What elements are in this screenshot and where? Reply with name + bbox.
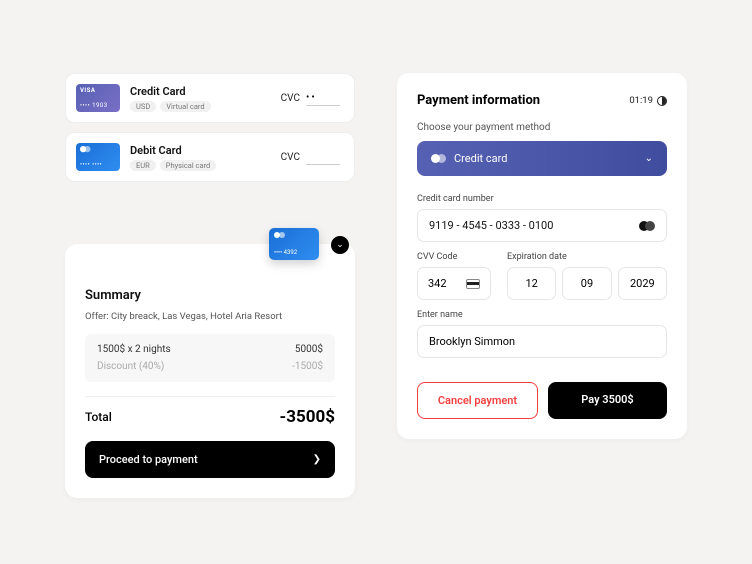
- chevron-down-icon: ⌄: [336, 240, 344, 250]
- pay-button[interactable]: Pay 3500$: [548, 382, 667, 419]
- cancel-button[interactable]: Cancel payment: [417, 382, 538, 419]
- line-item-label: 1500$ x 2 nights: [97, 344, 171, 355]
- panel-title: Payment information: [417, 93, 540, 108]
- card-brand-icon: [639, 221, 655, 231]
- cardholder-name-input[interactable]: [417, 325, 667, 358]
- choose-method-label: Choose your payment method: [417, 122, 667, 133]
- timer-icon: [657, 96, 667, 106]
- discount-value: -1500$: [292, 361, 323, 372]
- chevron-down-icon: ⌄: [645, 153, 653, 164]
- cvv-input[interactable]: 342: [417, 267, 491, 300]
- cvv-value: 342: [428, 277, 447, 290]
- tag-currency: EUR: [130, 160, 156, 171]
- total-label: Total: [85, 410, 112, 424]
- cvc-label: CVC: [281, 93, 300, 104]
- cvc-input[interactable]: [306, 90, 340, 106]
- card-info: Credit Card USD Virtual card: [130, 85, 281, 112]
- cc-number-value: 9119 - 4545 - 0333 - 0100: [429, 219, 553, 232]
- tag-type: Physical card: [160, 160, 217, 171]
- payment-panel: Payment information 01:19 Choose your pa…: [397, 73, 687, 439]
- discount-label: Discount (40%): [97, 361, 164, 372]
- cvc-label: CVC: [281, 152, 300, 163]
- line-item-value: 5000$: [295, 344, 323, 355]
- price-breakdown: 1500$ x 2 nights 5000$ Discount (40%) -1…: [85, 334, 335, 382]
- divider: [85, 396, 335, 397]
- card-thumbnail-debit: •••• ••••: [76, 143, 120, 171]
- mastercard-icon: [431, 154, 446, 163]
- expand-card-button[interactable]: ⌄: [331, 236, 349, 254]
- proceed-label: Proceed to payment: [99, 453, 198, 466]
- selected-card-thumbnail: •••• 4392: [269, 228, 319, 260]
- exp-day-input[interactable]: 12: [507, 267, 556, 300]
- card-thumbnail-visa: VISA •••• 1903: [76, 84, 120, 112]
- card-title: Credit Card: [130, 85, 281, 98]
- tag-type: Virtual card: [160, 101, 210, 112]
- cvc-input[interactable]: [306, 149, 340, 165]
- summary-card: •••• 4392 ⌄ Summary Offer: City breack, …: [65, 244, 355, 498]
- exp-year-input[interactable]: 2029: [618, 267, 667, 300]
- card-option-debit[interactable]: •••• •••• Debit Card EUR Physical card C…: [65, 132, 355, 182]
- offer-text: Offer: City breack, Las Vegas, Hotel Ari…: [85, 311, 335, 322]
- summary-heading: Summary: [85, 288, 335, 303]
- card-back-icon: [466, 279, 480, 289]
- tag-currency: USD: [130, 101, 156, 112]
- expiration-label: Expiration date: [507, 252, 667, 262]
- card-option-credit[interactable]: VISA •••• 1903 Credit Card USD Virtual c…: [65, 73, 355, 123]
- countdown-timer: 01:19: [629, 95, 667, 106]
- cc-number-label: Credit card number: [417, 194, 667, 204]
- cvv-label: CVV Code: [417, 252, 491, 262]
- total-value: -3500$: [280, 407, 335, 427]
- name-label: Enter name: [417, 310, 667, 320]
- exp-month-input[interactable]: 09: [562, 267, 611, 300]
- cc-number-input[interactable]: 9119 - 4545 - 0333 - 0100: [417, 209, 667, 242]
- payment-method-select[interactable]: Credit card ⌄: [417, 141, 667, 176]
- proceed-button[interactable]: Proceed to payment ❯: [85, 441, 335, 478]
- method-label: Credit card: [454, 152, 507, 165]
- chevron-right-icon: ❯: [313, 454, 321, 465]
- card-info: Debit Card EUR Physical card: [130, 144, 281, 171]
- card-title: Debit Card: [130, 144, 281, 157]
